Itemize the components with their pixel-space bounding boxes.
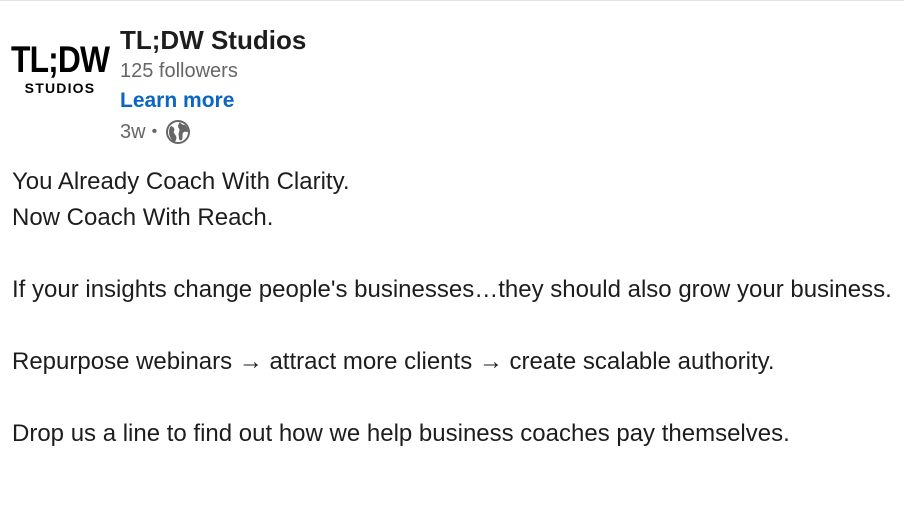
logo-main-text: TL;DW xyxy=(10,39,110,80)
logo-sub-text: STUDIOS xyxy=(24,80,96,96)
post-line-2: Now Coach With Reach. xyxy=(12,204,274,231)
follower-count: 125 followers xyxy=(120,60,238,82)
author-meta: TL;DW Studios 125 followers Learn more 3… xyxy=(120,24,306,148)
top-divider xyxy=(0,0,904,1)
learn-more-link[interactable]: Learn more xyxy=(120,86,306,116)
post-line-1: You Already Coach With Clarity. xyxy=(12,168,350,195)
author-name[interactable]: TL;DW Studios xyxy=(120,24,306,56)
post-paragraph-2: If your insights change people's busines… xyxy=(12,276,892,303)
post-body: You Already Coach With Clarity. Now Coac… xyxy=(12,164,892,452)
company-logo[interactable]: TL;DW STUDIOS xyxy=(10,24,110,97)
post-paragraph-4: Drop us a line to find out how we help b… xyxy=(12,420,790,447)
post-paragraph-3: Repurpose webinars → attract more client… xyxy=(12,348,775,375)
post-timestamp-row: 3w • xyxy=(120,116,306,148)
separator-dot: • xyxy=(151,123,158,140)
post-header: TL;DW STUDIOS TL;DW Studios 125 follower… xyxy=(10,24,306,148)
post-age: 3w xyxy=(120,121,146,143)
globe-icon xyxy=(165,119,191,145)
